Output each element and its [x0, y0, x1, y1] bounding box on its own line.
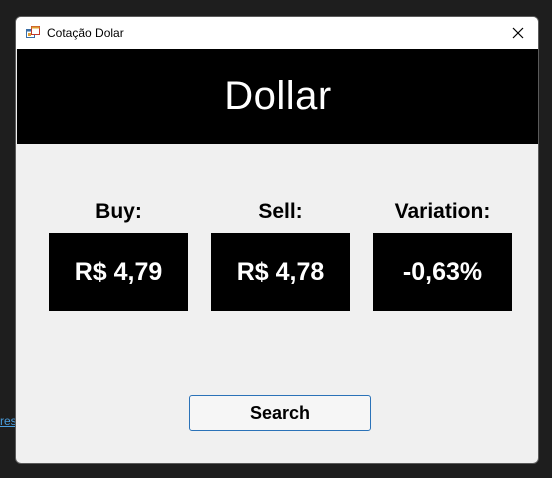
- buy-value: R$ 4,79: [49, 233, 188, 311]
- close-button[interactable]: [498, 17, 538, 49]
- search-button[interactable]: Search: [189, 395, 371, 431]
- buy-label: Buy:: [95, 200, 142, 223]
- windows-form-icon: [26, 26, 40, 38]
- header-title: Dollar: [224, 74, 332, 118]
- close-icon: [512, 27, 524, 39]
- sell-label: Sell:: [258, 200, 303, 223]
- variation-value: -0,63%: [373, 233, 512, 311]
- header-banner: Dollar: [17, 49, 538, 144]
- title-bar[interactable]: Cotação Dolar: [16, 17, 538, 49]
- sell-value: R$ 4,78: [211, 233, 350, 311]
- window-title: Cotação Dolar: [47, 26, 124, 40]
- variation-label: Variation:: [394, 200, 491, 223]
- app-window: Cotação Dolar Dollar Buy: Sell: Variatio…: [15, 16, 539, 464]
